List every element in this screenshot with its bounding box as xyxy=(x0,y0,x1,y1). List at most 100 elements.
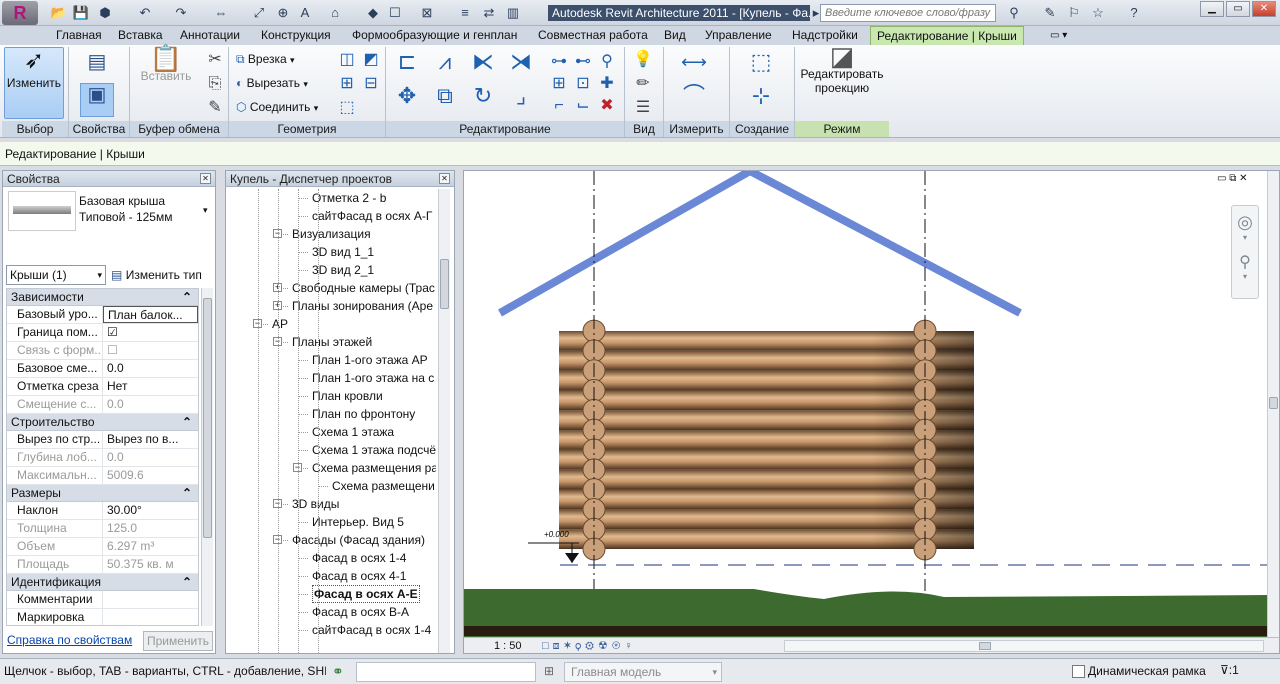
binoculars-icon[interactable]: ⚲ xyxy=(1004,4,1024,22)
property-row[interactable]: Граница пом... ☑ xyxy=(7,324,198,342)
section-icon[interactable]: ◆ xyxy=(364,4,382,22)
properties-scrollbar[interactable] xyxy=(201,288,213,626)
browser-item[interactable]: Фасад в осях 4-1 xyxy=(312,567,406,585)
close-icon[interactable]: ✕ xyxy=(439,173,450,184)
offset-icon[interactable]: ⩘ xyxy=(430,51,460,81)
switch-windows-icon[interactable]: ⇄ xyxy=(480,4,498,22)
property-value[interactable] xyxy=(103,609,198,625)
maximize-button[interactable]: ▭ xyxy=(1226,1,1250,17)
detail-icon[interactable]: ☐ xyxy=(386,4,404,22)
property-row[interactable]: Базовое сме... 0.0 xyxy=(7,360,198,378)
browser-item[interactable]: План 1-ого этажа на с xyxy=(312,369,434,387)
scale-icon[interactable]: ⊡ xyxy=(572,73,594,95)
type-dropdown-icon[interactable]: ▾ xyxy=(203,205,208,216)
text-icon[interactable]: A xyxy=(296,4,314,22)
mirror-axis-icon[interactable]: ⧔ xyxy=(468,51,498,81)
view-control-icons[interactable]: □⧈✶⚲⚙☢⊛♀ xyxy=(542,638,637,653)
design-option-select[interactable]: Главная модель ▾ xyxy=(564,662,722,682)
tab-annotate[interactable]: Аннотации xyxy=(174,26,246,45)
close-icon[interactable]: ✕ xyxy=(200,173,211,184)
browser-item[interactable]: Планы этажей xyxy=(292,333,372,351)
communication-icon[interactable]: ⚐ xyxy=(1064,4,1084,22)
edit-footprint-button[interactable]: ◪ Редактировать проекцию xyxy=(798,43,886,119)
property-value[interactable]: Вырез по в... xyxy=(103,431,198,448)
property-row[interactable]: Базовый уро... План балок... xyxy=(7,306,198,324)
collapse-icon[interactable]: ⌃ xyxy=(182,414,192,431)
property-group[interactable]: Зависимости ⌃ xyxy=(7,289,198,306)
collapse-icon[interactable]: ⌃ xyxy=(182,289,192,306)
browser-item[interactable]: Фасад в осях В-А xyxy=(312,603,409,621)
save-icon[interactable]: 💾 xyxy=(72,4,90,22)
cut-geometry-button[interactable]: ⧉ Врезка ▾ xyxy=(236,49,295,69)
hide-icon[interactable]: 💡 xyxy=(632,49,654,71)
aligned-dimension-icon[interactable]: ⌒ xyxy=(676,85,712,115)
browser-item[interactable]: Схема 1 этажа подсчё xyxy=(312,441,436,459)
browser-item[interactable]: План 1-ого этажа АР xyxy=(312,351,428,369)
info-search-input[interactable]: Введите ключевое слово/фразу xyxy=(820,4,996,22)
ribbon-minimize-icon[interactable]: ▭ ▾ xyxy=(1044,26,1073,45)
zoom-icon[interactable]: ⚲ xyxy=(1232,252,1258,272)
tab-collaborate[interactable]: Совместная работа xyxy=(532,26,654,45)
tab-modify-roofs[interactable]: Редактирование | Крыши xyxy=(870,26,1024,45)
browser-item[interactable]: Схема 1 этажа xyxy=(312,423,394,441)
properties-help-link[interactable]: Справка по свойствам xyxy=(7,633,132,647)
property-row[interactable]: Комментарии xyxy=(7,591,198,609)
trim-icon[interactable]: ⌐ xyxy=(548,95,570,117)
edit-profile-icon[interactable]: ⬚ xyxy=(336,97,358,119)
split-icon[interactable]: ⊶ xyxy=(548,51,570,73)
collapse-icon[interactable]: ⌃ xyxy=(182,574,192,591)
paste-button[interactable]: 📋 Вставить xyxy=(136,45,196,117)
browser-item[interactable]: Интерьер. Вид 5 xyxy=(312,513,404,531)
subscription-icon[interactable]: ✎ xyxy=(1040,4,1060,22)
demolish-icon[interactable]: ⊟ xyxy=(360,73,382,95)
property-value[interactable]: План балок... xyxy=(103,306,198,323)
property-row[interactable]: Маркировка xyxy=(7,609,198,625)
filter-count[interactable]: ⊽:1 xyxy=(1220,663,1239,677)
tab-view[interactable]: Вид xyxy=(658,26,692,45)
property-row[interactable]: Отметка среза Нет xyxy=(7,378,198,396)
extend-icon[interactable]: ⌙ xyxy=(572,95,594,117)
mirror-draw-icon[interactable]: ⧕ xyxy=(506,51,536,81)
chevron-down-icon[interactable]: ▾ xyxy=(1232,272,1258,281)
paint-icon[interactable]: ◩ xyxy=(360,49,382,71)
browser-item[interactable]: 3D виды xyxy=(292,495,339,513)
browser-item[interactable]: АР xyxy=(272,315,288,333)
browser-item[interactable]: сайтФасад в осях 1-4 xyxy=(312,621,431,639)
override-graphics-icon[interactable]: ✏ xyxy=(632,73,654,95)
browser-item[interactable]: 3D вид 2_1 xyxy=(312,261,374,279)
editable-only-checkbox[interactable] xyxy=(1072,665,1085,678)
browser-item[interactable]: сайтФасад в осях А-Г xyxy=(312,207,432,225)
design-options-icon[interactable]: ⊞ xyxy=(544,664,554,678)
workset-select[interactable] xyxy=(356,662,536,682)
browser-item[interactable]: Фасад в осях 1-4 xyxy=(312,549,406,567)
join-button[interactable]: ⬡ Соединить ▾ xyxy=(236,97,318,117)
rotate-icon[interactable]: ↻ xyxy=(468,85,498,115)
thin-lines-icon[interactable]: ≡ xyxy=(456,4,474,22)
browser-item[interactable]: Фасад в осях А-Е xyxy=(312,585,420,603)
tab-structure[interactable]: Конструкция xyxy=(255,26,337,45)
tab-manage[interactable]: Управление xyxy=(699,26,778,45)
browser-item[interactable]: Визуализация xyxy=(292,225,371,243)
instance-filter-select[interactable]: Крыши (1) ▾ xyxy=(6,265,106,285)
sync-icon[interactable]: ⬢ xyxy=(96,4,114,22)
move-icon[interactable]: ✥ xyxy=(392,85,422,115)
measure-icon[interactable]: ⇔ xyxy=(212,4,230,22)
property-group[interactable]: Размеры ⌃ xyxy=(7,485,198,502)
window-icon[interactable]: ▥ xyxy=(504,4,522,22)
measure-distance-icon[interactable]: ⟷ xyxy=(676,51,712,73)
browser-scrollbar[interactable] xyxy=(438,189,450,653)
property-value[interactable]: ☑ xyxy=(103,324,198,341)
wall-joins-icon[interactable]: ⊞ xyxy=(336,73,358,95)
modify-button[interactable]: ➶ Изменить xyxy=(4,47,64,119)
pin-icon[interactable]: ✚ xyxy=(596,73,618,95)
close-button[interactable]: ✕ xyxy=(1252,1,1276,17)
cut-icon[interactable]: ✂ xyxy=(204,49,226,71)
help-icon[interactable]: ? xyxy=(1124,4,1144,22)
browser-item[interactable]: 3D вид 1_1 xyxy=(312,243,374,261)
delete-icon[interactable]: ✖ xyxy=(596,95,618,117)
browser-item[interactable]: Схема размещения ра xyxy=(312,459,436,477)
copy-element-icon[interactable]: ⧉ xyxy=(430,85,460,115)
steering-wheel-icon[interactable]: ◎ xyxy=(1232,212,1258,233)
property-value[interactable]: 0.0 xyxy=(103,360,198,377)
application-menu-button[interactable]: R xyxy=(2,1,38,25)
